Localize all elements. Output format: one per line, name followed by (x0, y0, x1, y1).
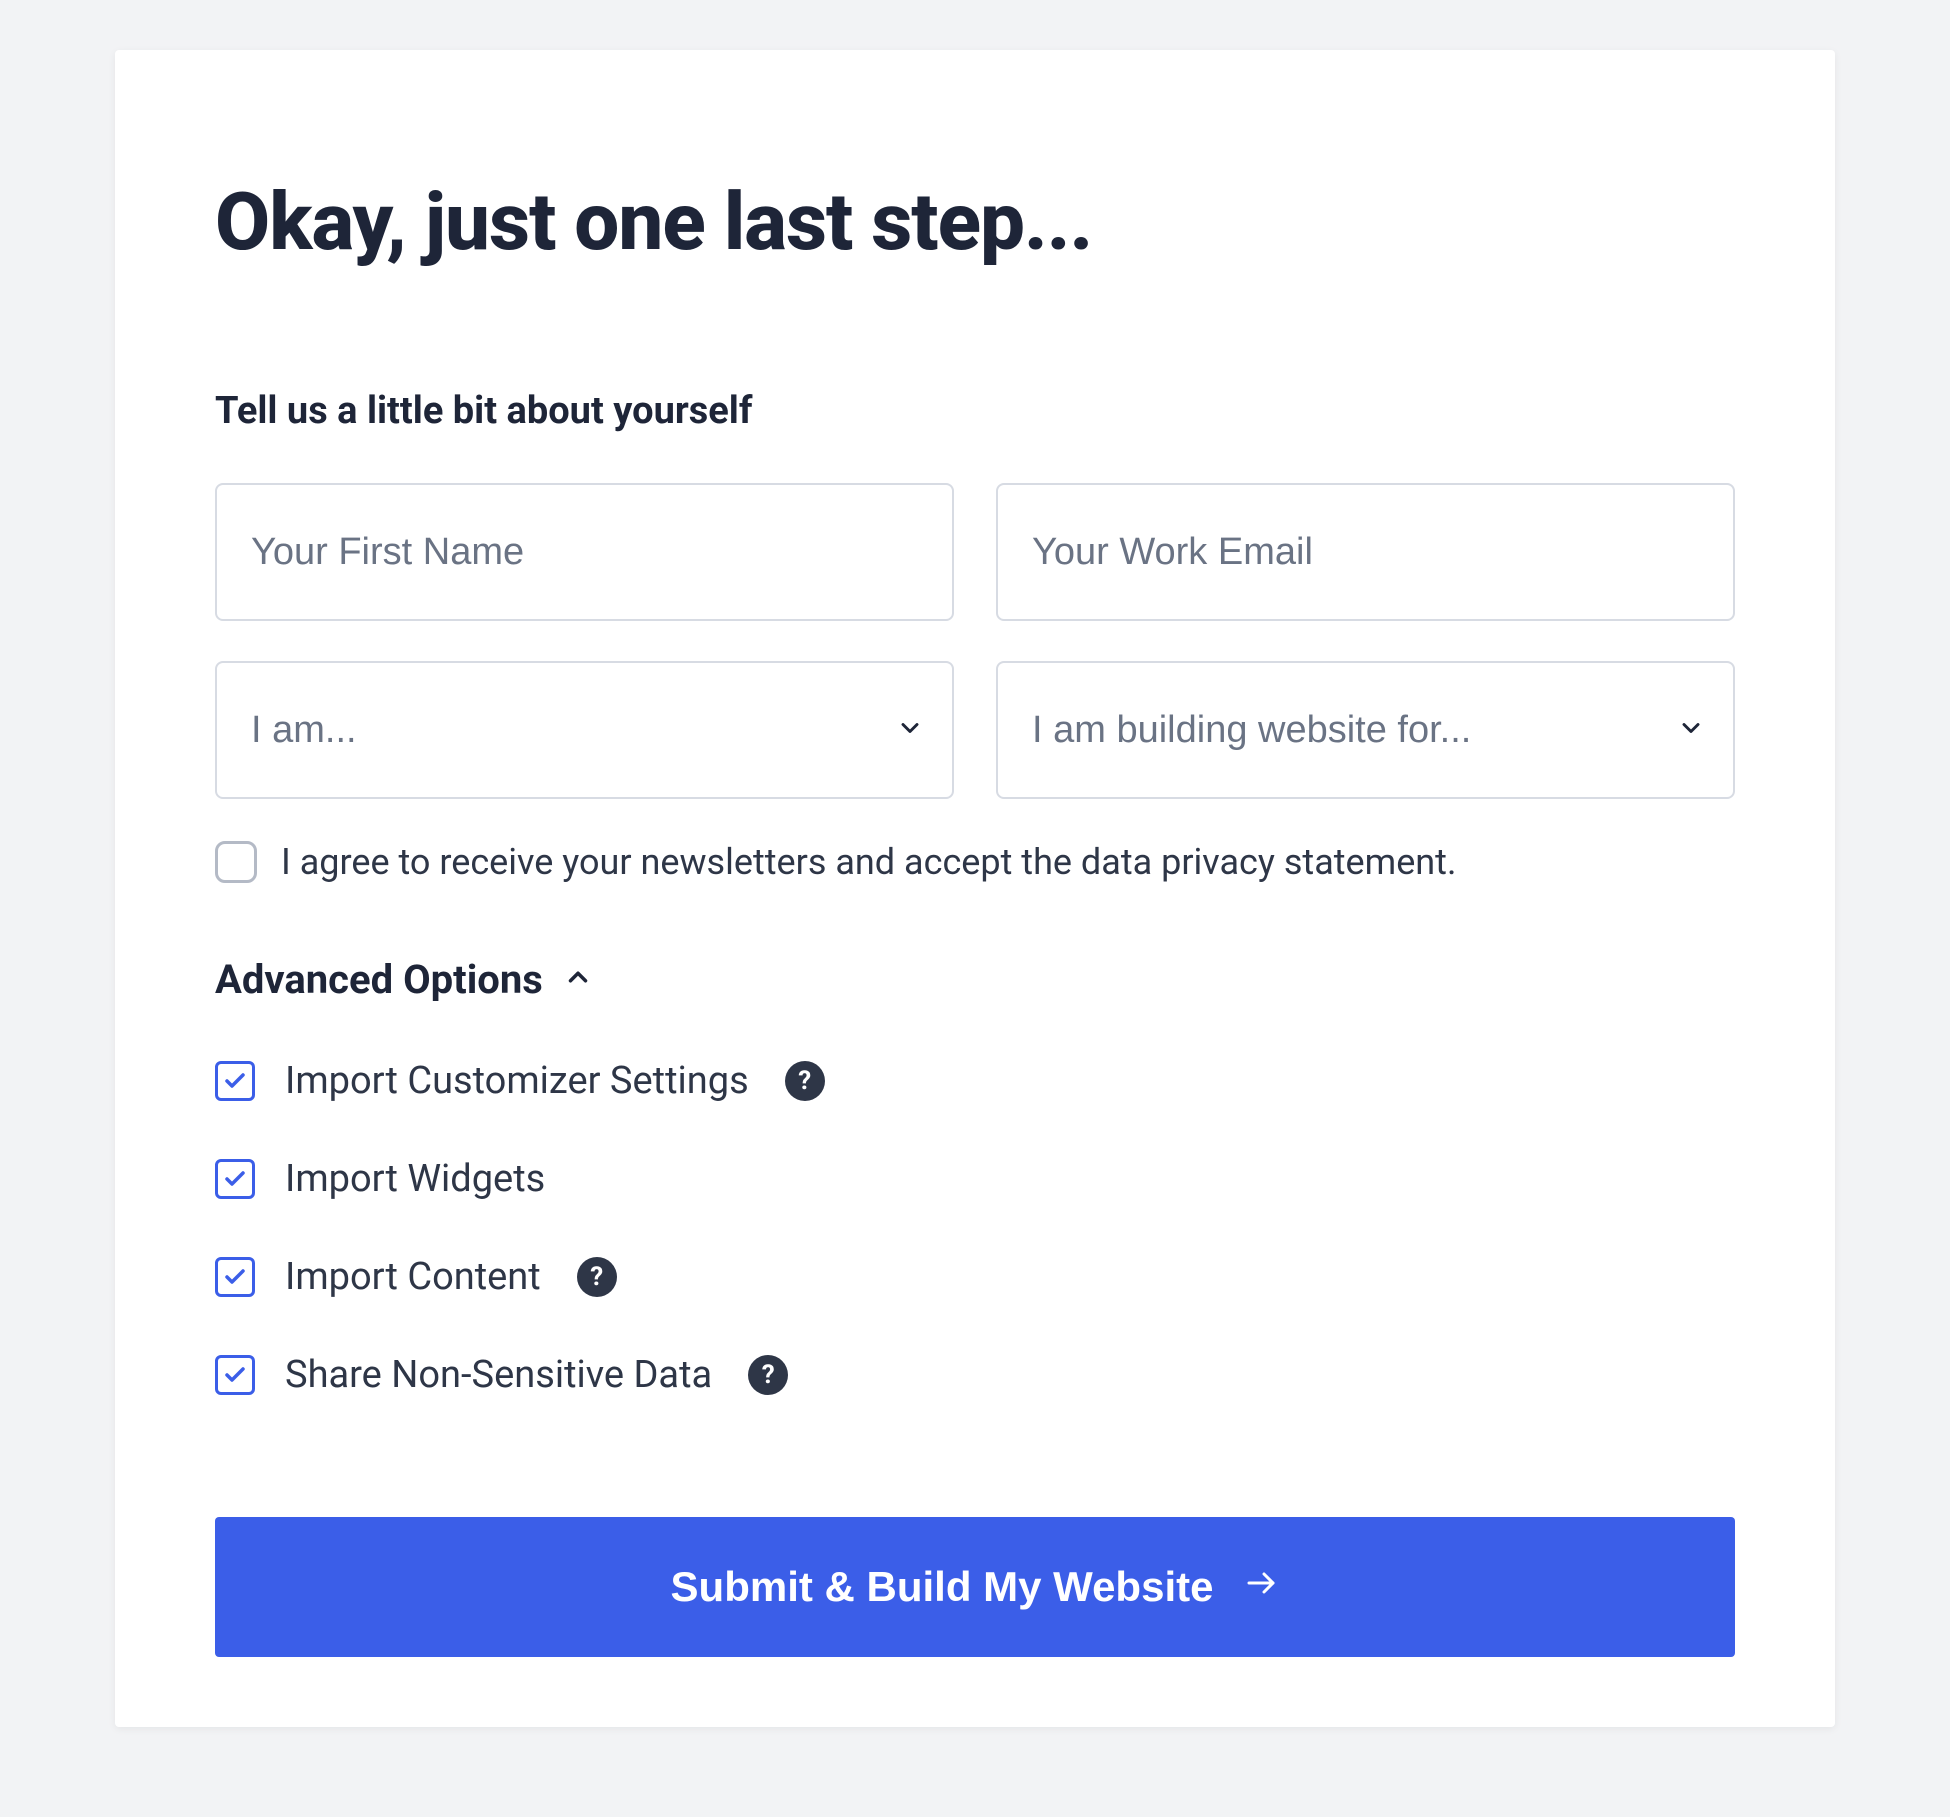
option-checkbox[interactable] (215, 1257, 255, 1297)
option-label: Import Customizer Settings (285, 1059, 749, 1103)
chevron-up-icon (563, 962, 593, 996)
option-label: Import Widgets (285, 1157, 545, 1201)
option-import-widgets: Import Widgets (215, 1157, 1735, 1201)
option-import-customizer: Import Customizer Settings ? (215, 1059, 1735, 1103)
check-icon (223, 1069, 247, 1093)
help-icon[interactable]: ? (748, 1355, 788, 1395)
role-select[interactable]: I am... (215, 661, 954, 799)
advanced-options-list: Import Customizer Settings ? Import Widg… (215, 1059, 1735, 1397)
option-import-content: Import Content ? (215, 1255, 1735, 1299)
input-row-1 (215, 483, 1735, 621)
page-title: Okay, just one last step... (215, 175, 1735, 269)
check-icon (223, 1265, 247, 1289)
consent-label: I agree to receive your newsletters and … (281, 839, 1456, 886)
building-for-select[interactable]: I am building website for... (996, 661, 1735, 799)
building-for-select-wrap: I am building website for... (996, 661, 1735, 799)
check-icon (223, 1363, 247, 1387)
input-row-2: I am... I am building website for... (215, 661, 1735, 799)
consent-checkbox[interactable] (215, 841, 257, 883)
first-name-input[interactable] (215, 483, 954, 621)
option-label: Share Non-Sensitive Data (285, 1353, 712, 1397)
submit-button-label: Submit & Build My Website (671, 1563, 1214, 1611)
option-share-data: Share Non-Sensitive Data ? (215, 1353, 1735, 1397)
email-input[interactable] (996, 483, 1735, 621)
advanced-options-toggle[interactable]: Advanced Options (215, 956, 1735, 1003)
section-label: Tell us a little bit about yourself (215, 389, 1735, 433)
help-icon[interactable]: ? (577, 1257, 617, 1297)
option-checkbox[interactable] (215, 1355, 255, 1395)
submit-button[interactable]: Submit & Build My Website (215, 1517, 1735, 1657)
arrow-right-icon (1243, 1563, 1279, 1611)
option-label: Import Content (285, 1255, 541, 1299)
check-icon (223, 1167, 247, 1191)
onboarding-card: Okay, just one last step... Tell us a li… (115, 50, 1835, 1727)
role-select-wrap: I am... (215, 661, 954, 799)
help-icon[interactable]: ? (785, 1061, 825, 1101)
consent-row: I agree to receive your newsletters and … (215, 839, 1735, 886)
advanced-options-label: Advanced Options (215, 956, 543, 1003)
option-checkbox[interactable] (215, 1159, 255, 1199)
option-checkbox[interactable] (215, 1061, 255, 1101)
